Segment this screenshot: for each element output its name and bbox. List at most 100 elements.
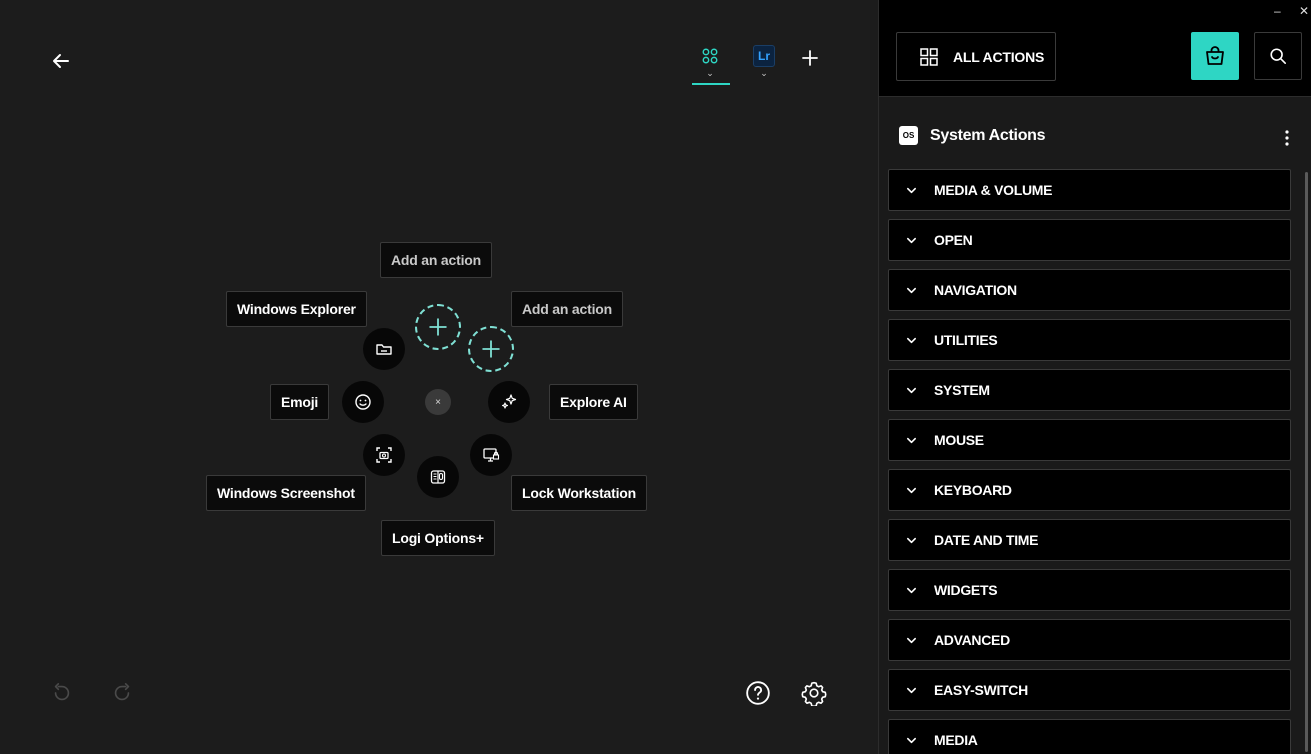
chevron-down-icon (905, 684, 917, 696)
chevron-down-icon: ⌄ (760, 68, 768, 78)
chevron-down-icon (905, 584, 917, 596)
plus-icon (429, 318, 447, 336)
category-label: SYSTEM (934, 382, 990, 398)
tab-lightroom[interactable]: Lr ⌄ (744, 40, 784, 86)
category-row[interactable]: SYSTEM (888, 369, 1291, 411)
panel-toolbar: – ✕ ALL ACTIONS (879, 0, 1311, 97)
emoji-label[interactable]: Emoji (270, 384, 330, 420)
smiley-icon (355, 394, 371, 410)
folder-icon (376, 344, 392, 355)
app-tabs: ⌄ Lr ⌄ (690, 40, 822, 86)
arrow-left-icon (53, 54, 69, 68)
chevron-down-icon: ⌄ (706, 68, 714, 78)
category-row[interactable]: EASY-SWITCH (888, 669, 1291, 711)
editor-canvas: ⌄ Lr ⌄ Add an action Add an action Windo… (0, 0, 878, 754)
actions-panel: – ✕ ALL ACTIONS OS System Actions MEDIA … (878, 0, 1311, 754)
category-label: UTILITIES (934, 332, 998, 348)
all-actions-label: ALL ACTIONS (953, 48, 1045, 65)
chevron-down-icon (905, 734, 917, 746)
category-row[interactable]: DATE AND TIME (888, 519, 1291, 561)
tab-all-apps[interactable]: ⌄ (690, 40, 730, 86)
chevron-down-icon (905, 334, 917, 346)
kebab-menu-icon (1285, 130, 1289, 146)
back-button[interactable] (46, 46, 76, 76)
section-header: OS System Actions (899, 126, 1046, 145)
chevron-down-icon (905, 484, 917, 496)
add-action-slot-right[interactable] (468, 326, 514, 372)
category-label: WIDGETS (934, 582, 998, 598)
category-label: DATE AND TIME (934, 532, 1039, 548)
windows-screenshot-label[interactable]: Windows Screenshot (206, 475, 366, 511)
logi-options-label[interactable]: Logi Options+ (381, 520, 495, 556)
category-label: NAVIGATION (934, 282, 1017, 298)
undo-button[interactable] (47, 678, 77, 708)
redo-icon (114, 683, 130, 701)
category-label: MEDIA & VOLUME (934, 182, 1053, 198)
plus-icon (802, 50, 818, 66)
more-options-button[interactable] (1277, 126, 1297, 150)
add-action-label-top[interactable]: Add an action (380, 242, 492, 278)
add-action-slot-top[interactable] (415, 304, 461, 350)
category-label: MOUSE (934, 432, 984, 448)
undo-icon (54, 683, 70, 701)
chevron-down-icon (905, 184, 917, 196)
os-icon: OS (899, 126, 918, 145)
all-actions-button[interactable]: ALL ACTIONS (896, 32, 1056, 81)
windows-explorer-label[interactable]: Windows Explorer (226, 291, 367, 327)
category-row[interactable]: MEDIA (888, 719, 1291, 754)
section-title: System Actions (930, 126, 1046, 144)
shopping-bag-icon (1206, 46, 1224, 65)
apps-grid-icon (698, 44, 722, 68)
category-label: KEYBOARD (934, 482, 1012, 498)
chevron-down-icon (905, 384, 917, 396)
windows-screenshot-slot[interactable] (363, 434, 405, 476)
plus-icon (482, 340, 500, 358)
explore-ai-slot[interactable] (488, 381, 530, 423)
category-row[interactable]: KEYBOARD (888, 469, 1291, 511)
lock-workstation-label[interactable]: Lock Workstation (511, 475, 648, 511)
screenshot-icon (376, 447, 392, 463)
minimize-button[interactable]: – (1274, 4, 1281, 18)
category-row[interactable]: MOUSE (888, 419, 1291, 461)
scrollbar[interactable] (1305, 172, 1308, 752)
category-row[interactable]: OPEN (888, 219, 1291, 261)
category-label: OPEN (934, 232, 973, 248)
category-list: MEDIA & VOLUME OPEN NAVIGATION UTILITIES SYS… (888, 169, 1291, 754)
logi-options-icon (430, 470, 446, 484)
lightroom-icon: Lr (753, 45, 775, 67)
chevron-down-icon (905, 234, 917, 246)
close-wheel-button[interactable]: × (425, 389, 451, 415)
category-row[interactable]: MEDIA & VOLUME (888, 169, 1291, 211)
emoji-slot[interactable] (342, 381, 384, 423)
help-button[interactable] (743, 678, 773, 708)
help-icon (746, 681, 770, 705)
explore-ai-label[interactable]: Explore AI (549, 384, 638, 420)
chevron-down-icon (905, 534, 917, 546)
chevron-down-icon (905, 434, 917, 446)
lock-workstation-slot[interactable] (470, 434, 512, 476)
search-icon (1270, 48, 1287, 65)
logi-options-slot[interactable] (417, 456, 459, 498)
gear-icon (801, 681, 827, 706)
category-row[interactable]: ADVANCED (888, 619, 1291, 661)
category-row[interactable]: WIDGETS (888, 569, 1291, 611)
chevron-down-icon (905, 634, 917, 646)
windows-explorer-slot[interactable] (363, 328, 405, 370)
sparkle-icon (501, 394, 517, 409)
category-label: MEDIA (934, 732, 978, 748)
category-label: EASY-SWITCH (934, 682, 1028, 698)
category-row[interactable]: UTILITIES (888, 319, 1291, 361)
close-window-button[interactable]: ✕ (1299, 4, 1309, 18)
add-app-button[interactable] (798, 46, 822, 70)
search-button[interactable] (1254, 32, 1302, 80)
settings-button[interactable] (799, 678, 829, 708)
redo-button[interactable] (107, 678, 137, 708)
category-row[interactable]: NAVIGATION (888, 269, 1291, 311)
monitor-lock-icon (483, 448, 500, 462)
category-label: ADVANCED (934, 632, 1010, 648)
marketplace-button[interactable] (1191, 32, 1239, 80)
add-action-label-right[interactable]: Add an action (511, 291, 623, 327)
grid-icon (920, 47, 938, 66)
chevron-down-icon (905, 284, 917, 296)
app-window: ⌄ Lr ⌄ Add an action Add an action Windo… (0, 0, 1311, 754)
